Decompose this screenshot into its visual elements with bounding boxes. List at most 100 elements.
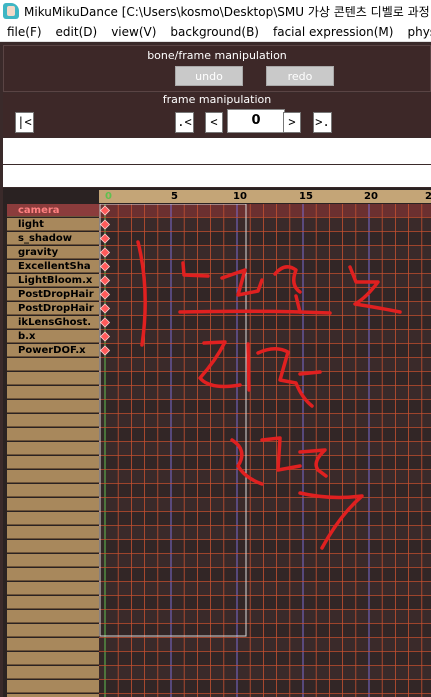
bone-frame-caption: bone/frame manipulation: [147, 49, 287, 62]
menu-facial-expression[interactable]: facial expression(M): [266, 25, 400, 39]
track-empty: [7, 512, 99, 525]
bone-frame-panel: bone/frame manipulation undo redo: [3, 45, 431, 92]
tick-20: 20: [364, 191, 378, 202]
tick-0: 0: [105, 191, 112, 202]
grid-row: [99, 526, 431, 539]
track-empty: [7, 568, 99, 581]
menu-physical-op[interactable]: physical op: [400, 25, 431, 39]
grid-row: [99, 204, 431, 217]
grid-row: [99, 554, 431, 567]
grid-row: [99, 232, 431, 245]
first-frame-button[interactable]: |<: [15, 112, 34, 133]
track-names-column: camera light s_shadow gravity ExcellentS…: [7, 204, 99, 697]
window-title: MikuMikuDance [C:\Users\kosmo\Desktop\SM…: [24, 4, 430, 19]
grid-row: [99, 288, 431, 301]
frame-manipulation-panel: frame manipulation |< .< < 0 > >.: [3, 93, 431, 137]
miku-app-icon: [3, 3, 19, 19]
redo-button[interactable]: redo: [266, 66, 334, 86]
grid-row: [99, 568, 431, 581]
frame-manipulation-caption: frame manipulation: [162, 93, 272, 106]
grid-row: [99, 484, 431, 497]
next-frame-button[interactable]: >: [283, 112, 301, 133]
track-postdrophair-1[interactable]: PostDropHair: [7, 288, 99, 301]
track-iklensghost[interactable]: ikLensGhost.: [7, 316, 99, 329]
prev-frame-button[interactable]: <: [205, 112, 223, 133]
menu-edit[interactable]: edit(D): [49, 25, 105, 39]
grid-row: [99, 610, 431, 623]
grid-row: [99, 414, 431, 427]
grid-row: [99, 582, 431, 595]
grid-row: [99, 596, 431, 609]
track-lightbloom[interactable]: LightBloom.x: [7, 274, 99, 287]
prev-keyframe-button[interactable]: .<: [175, 112, 194, 133]
menu-file[interactable]: file(F): [0, 25, 49, 39]
menu-bar: file(F) edit(D) view(V) background(B) fa…: [0, 22, 431, 42]
grid-row: [99, 540, 431, 553]
blank-field-2[interactable]: [3, 165, 431, 187]
track-gravity[interactable]: gravity: [7, 246, 99, 259]
next-keyframe-button[interactable]: >.: [313, 112, 332, 133]
tick-10: 10: [233, 191, 247, 202]
grid-row: [99, 372, 431, 385]
frame-ruler[interactable]: 0 5 10 15 20 2: [99, 190, 431, 203]
grid-row: [99, 330, 431, 343]
track-empty: [7, 666, 99, 679]
track-empty: [7, 386, 99, 399]
track-excellentshadow[interactable]: ExcellentSha: [7, 260, 99, 273]
grid-row: [99, 218, 431, 231]
grid-row: [99, 652, 431, 665]
track-empty: [7, 624, 99, 637]
track-empty: [7, 498, 99, 511]
frame-number-input[interactable]: 0: [227, 109, 285, 133]
grid-row: [99, 638, 431, 651]
blank-field-1[interactable]: [3, 138, 431, 164]
track-empty: [7, 400, 99, 413]
track-empty: [7, 596, 99, 609]
track-empty: [7, 652, 99, 665]
grid-row: [99, 386, 431, 399]
grid-row: [99, 428, 431, 441]
track-camera[interactable]: camera: [7, 204, 99, 217]
track-empty: [7, 442, 99, 455]
track-empty: [7, 428, 99, 441]
grid-row: [99, 624, 431, 637]
menu-view[interactable]: view(V): [104, 25, 163, 39]
mmd-window: MikuMikuDance [C:\Users\kosmo\Desktop\SM…: [0, 0, 431, 697]
track-empty: [7, 470, 99, 483]
track-empty: [7, 456, 99, 469]
track-powerdof[interactable]: PowerDOF.x: [7, 344, 99, 357]
track-empty: [7, 680, 99, 693]
grid-row: [99, 344, 431, 357]
track-light[interactable]: light: [7, 218, 99, 231]
grid-row: [99, 274, 431, 287]
track-empty: [7, 638, 99, 651]
menu-background[interactable]: background(B): [163, 25, 266, 39]
tick-25: 2: [425, 191, 431, 202]
tick-5: 5: [171, 191, 178, 202]
grid-row: [99, 442, 431, 455]
grid-row: [99, 680, 431, 693]
title-bar: MikuMikuDance [C:\Users\kosmo\Desktop\SM…: [0, 0, 431, 22]
track-empty: [7, 554, 99, 567]
grid-row: [99, 512, 431, 525]
track-empty: [7, 540, 99, 553]
track-empty: [7, 372, 99, 385]
track-empty: [7, 414, 99, 427]
grid-row: [99, 498, 431, 511]
track-b-x[interactable]: b.x: [7, 330, 99, 343]
grid-row: [99, 246, 431, 259]
grid-row: [99, 666, 431, 679]
keyframe-grid[interactable]: [99, 204, 431, 697]
track-s-shadow[interactable]: s_shadow: [7, 232, 99, 245]
track-empty: [7, 526, 99, 539]
track-empty: [7, 484, 99, 497]
track-empty: [7, 358, 99, 371]
grid-row: [99, 358, 431, 371]
track-postdrophair-2[interactable]: PostDropHair: [7, 302, 99, 315]
grid-row: [99, 260, 431, 273]
undo-button[interactable]: undo: [175, 66, 243, 86]
tick-15: 15: [299, 191, 313, 202]
grid-row: [99, 470, 431, 483]
grid-row: [99, 456, 431, 469]
grid-row: [99, 302, 431, 315]
